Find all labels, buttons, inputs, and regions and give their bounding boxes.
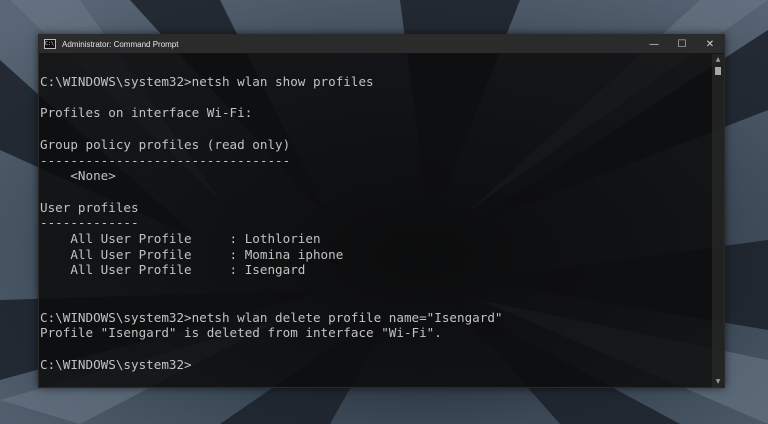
- scrollbar-thumb[interactable]: [715, 67, 721, 75]
- console-line: C:\WINDOWS\system32>: [40, 356, 192, 372]
- console-line: C:\WINDOWS\system32>netsh wlan show prof…: [40, 74, 374, 89]
- command-prompt-window[interactable]: C:\ Administrator: Command Prompt — ☐ ✕ …: [38, 34, 725, 388]
- console-line: ---------------------------------: [40, 152, 291, 168]
- console-line: User profiles: [40, 199, 139, 215]
- window-title: Administrator: Command Prompt: [62, 39, 179, 49]
- vertical-scrollbar[interactable]: ▲ ▼: [712, 54, 724, 387]
- console-line: Profiles on interface Wi-Fi:: [40, 105, 253, 121]
- console-line: Profile "Isengard" is deleted from inter…: [40, 325, 442, 341]
- console-output[interactable]: C:\WINDOWS\system32>netsh wlan show prof…: [39, 54, 711, 387]
- console-line: Group policy profiles (read only): [40, 136, 291, 152]
- console-text: C:\WINDOWS\system32>netsh wlan show prof…: [39, 54, 711, 372]
- scroll-up-arrow-icon[interactable]: ▲: [712, 54, 724, 65]
- scroll-down-arrow-icon[interactable]: ▼: [712, 376, 724, 387]
- console-line: All User Profile : Momina iphone: [40, 246, 344, 262]
- console-line: All User Profile : Isengard: [40, 262, 306, 278]
- close-button[interactable]: ✕: [696, 35, 724, 53]
- console-line: -------------: [40, 215, 139, 231]
- window-controls: — ☐ ✕: [640, 35, 724, 53]
- minimize-button[interactable]: —: [640, 35, 668, 53]
- console-line: All User Profile : Lothlorien: [40, 231, 321, 247]
- maximize-button[interactable]: ☐: [668, 35, 696, 53]
- console-line: <None>: [40, 168, 116, 184]
- console-line: C:\WINDOWS\system32>netsh wlan delete pr…: [40, 309, 503, 325]
- cmd-icon: C:\: [44, 39, 56, 49]
- title-bar[interactable]: C:\ Administrator: Command Prompt — ☐ ✕: [39, 35, 724, 53]
